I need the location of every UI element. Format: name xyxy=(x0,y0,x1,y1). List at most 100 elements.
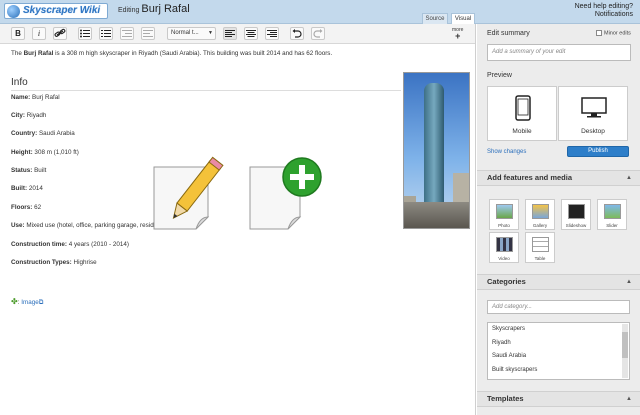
media-slider-button[interactable]: Slider xyxy=(597,199,627,230)
edit-summary-label: Edit summary xyxy=(487,30,530,37)
field-construction-types: Construction Types: Highrise xyxy=(11,259,97,266)
intro-text-after: is a 308 m high skyscraper in Riyadh (Sa… xyxy=(53,50,333,57)
chevron-down-icon: ▼ xyxy=(208,30,213,36)
help-link[interactable]: Need help editing? xyxy=(575,3,633,11)
editor-toolbar: B i Normal t... ▼ more + xyxy=(0,24,475,44)
mobile-label: Mobile xyxy=(512,128,532,135)
media-gallery-button[interactable]: Gallery xyxy=(525,199,555,230)
preview-desktop-button[interactable]: Desktop xyxy=(558,86,628,141)
puzzle-icon: ✤ xyxy=(11,297,18,306)
align-left-icon xyxy=(225,30,235,37)
outdent-button[interactable] xyxy=(120,27,134,40)
categories-section-header[interactable]: Categories ▲ xyxy=(477,274,640,290)
minor-edits-checkbox[interactable]: Minor edits xyxy=(596,30,631,36)
intro-bold-name: Burj Rafal xyxy=(23,50,54,57)
media-slideshow-button[interactable]: Slideshow xyxy=(561,199,591,230)
media-table-button[interactable]: Table xyxy=(525,232,555,263)
field-value: 4 years (2010 - 2014) xyxy=(66,241,129,248)
page-title: Burj Rafal xyxy=(141,3,190,15)
notifications-link[interactable]: Notifications xyxy=(575,11,633,19)
tab-source[interactable]: Source xyxy=(422,13,448,24)
checkbox-icon[interactable] xyxy=(596,30,602,36)
align-right-button[interactable] xyxy=(265,27,279,40)
edit-pencil-icon[interactable] xyxy=(150,151,228,231)
media-label: Photo xyxy=(498,223,510,228)
field-city: City: Riyadh xyxy=(11,112,46,119)
field-country: Country: Saudi Arabia xyxy=(11,130,75,137)
undo-button[interactable] xyxy=(290,27,304,40)
category-input[interactable]: Add category... xyxy=(487,300,630,314)
redo-icon xyxy=(313,29,323,38)
info-heading: Info xyxy=(11,77,401,91)
category-item[interactable]: Built skyscrapers xyxy=(488,364,629,378)
building-photo[interactable] xyxy=(403,72,470,229)
show-changes-link[interactable]: Show changes xyxy=(487,149,526,155)
photo-icon xyxy=(496,204,513,219)
field-height: Height: 308 m (1,010 ft) xyxy=(11,149,79,156)
field-label: Country: xyxy=(11,130,38,137)
category-item[interactable]: Riyadh xyxy=(488,337,629,351)
field-floors: Floors: 62 xyxy=(11,204,41,211)
media-photo-button[interactable]: Photo xyxy=(489,199,519,230)
format-select[interactable]: Normal t... ▼ xyxy=(167,27,216,40)
sidebar: Edit summary Minor edits Add a summary o… xyxy=(477,24,640,415)
redo-button[interactable] xyxy=(311,27,325,40)
gallery-icon xyxy=(532,204,549,219)
ground-shape xyxy=(404,202,469,228)
external-link-icon: ⧉ xyxy=(38,299,44,306)
field-built: Built: 2014 xyxy=(11,185,43,192)
plus-icon: + xyxy=(455,31,461,41)
video-icon xyxy=(496,237,513,252)
media-label: Slideshow xyxy=(565,223,587,228)
scrollbar-thumb[interactable] xyxy=(622,332,628,358)
align-right-icon xyxy=(267,30,277,37)
category-item[interactable]: Saudi Arabia xyxy=(488,350,629,364)
preview-label: Preview xyxy=(487,72,512,79)
bullet-list-icon xyxy=(80,29,90,38)
table-icon xyxy=(532,237,549,252)
media-video-button[interactable]: Video xyxy=(489,232,519,263)
category-list[interactable]: Skyscrapers Riyadh Saudi Arabia Built sk… xyxy=(487,322,630,380)
article-content[interactable]: The Burj Rafal is a 308 m high skyscrape… xyxy=(0,44,475,415)
link-button[interactable] xyxy=(53,27,67,40)
slideshow-icon xyxy=(568,204,585,219)
templates-section-header[interactable]: Templates ▲ xyxy=(477,391,640,407)
align-center-icon xyxy=(246,30,256,37)
logo-text: Skyscraper Wiki xyxy=(23,5,101,16)
field-value: Highrise xyxy=(71,259,97,266)
image-link-row: ✤: Image⧉ xyxy=(11,297,43,307)
align-center-button[interactable] xyxy=(244,27,258,40)
edit-summary-input[interactable]: Add a summary of your edit xyxy=(487,44,631,61)
features-heading: Add features and media xyxy=(487,173,573,182)
field-label: Use: xyxy=(11,222,25,229)
categories-heading: Categories xyxy=(487,277,526,286)
publish-button[interactable]: Publish xyxy=(567,146,629,157)
features-section-header[interactable]: Add features and media ▲ xyxy=(477,170,640,186)
category-item[interactable]: Skyscrapers xyxy=(488,323,629,337)
field-name: Name: Burj Rafal xyxy=(11,94,60,101)
field-construction-time: Construction time: 4 years (2010 - 2014) xyxy=(11,241,129,248)
italic-button[interactable]: i xyxy=(32,27,46,40)
category-scrollbar[interactable] xyxy=(622,324,628,378)
wiki-logo[interactable]: Skyscraper Wiki xyxy=(4,3,108,19)
intro-paragraph: The Burj Rafal is a 308 m high skyscrape… xyxy=(11,50,332,57)
field-value: 62 xyxy=(32,204,42,211)
collapse-icon: ▲ xyxy=(626,396,632,402)
numbered-list-button[interactable] xyxy=(99,27,113,40)
media-label: Table xyxy=(534,256,546,261)
bullet-list-button[interactable] xyxy=(78,27,92,40)
bold-button[interactable]: B xyxy=(11,27,25,40)
minor-edits-label: Minor edits xyxy=(604,30,631,37)
image-link[interactable]: Image xyxy=(21,299,39,306)
more-button[interactable]: more + xyxy=(452,27,463,41)
preview-mobile-button[interactable]: Mobile xyxy=(487,86,557,141)
field-value: Built xyxy=(32,167,47,174)
add-page-icon[interactable] xyxy=(246,155,326,231)
globe-icon xyxy=(7,5,20,18)
outdent-icon xyxy=(122,30,132,37)
align-left-button[interactable] xyxy=(223,27,237,40)
field-label: Construction time: xyxy=(11,241,67,248)
indent-button[interactable] xyxy=(141,27,155,40)
field-label: Built: xyxy=(11,185,28,192)
media-label: Video xyxy=(498,256,510,261)
